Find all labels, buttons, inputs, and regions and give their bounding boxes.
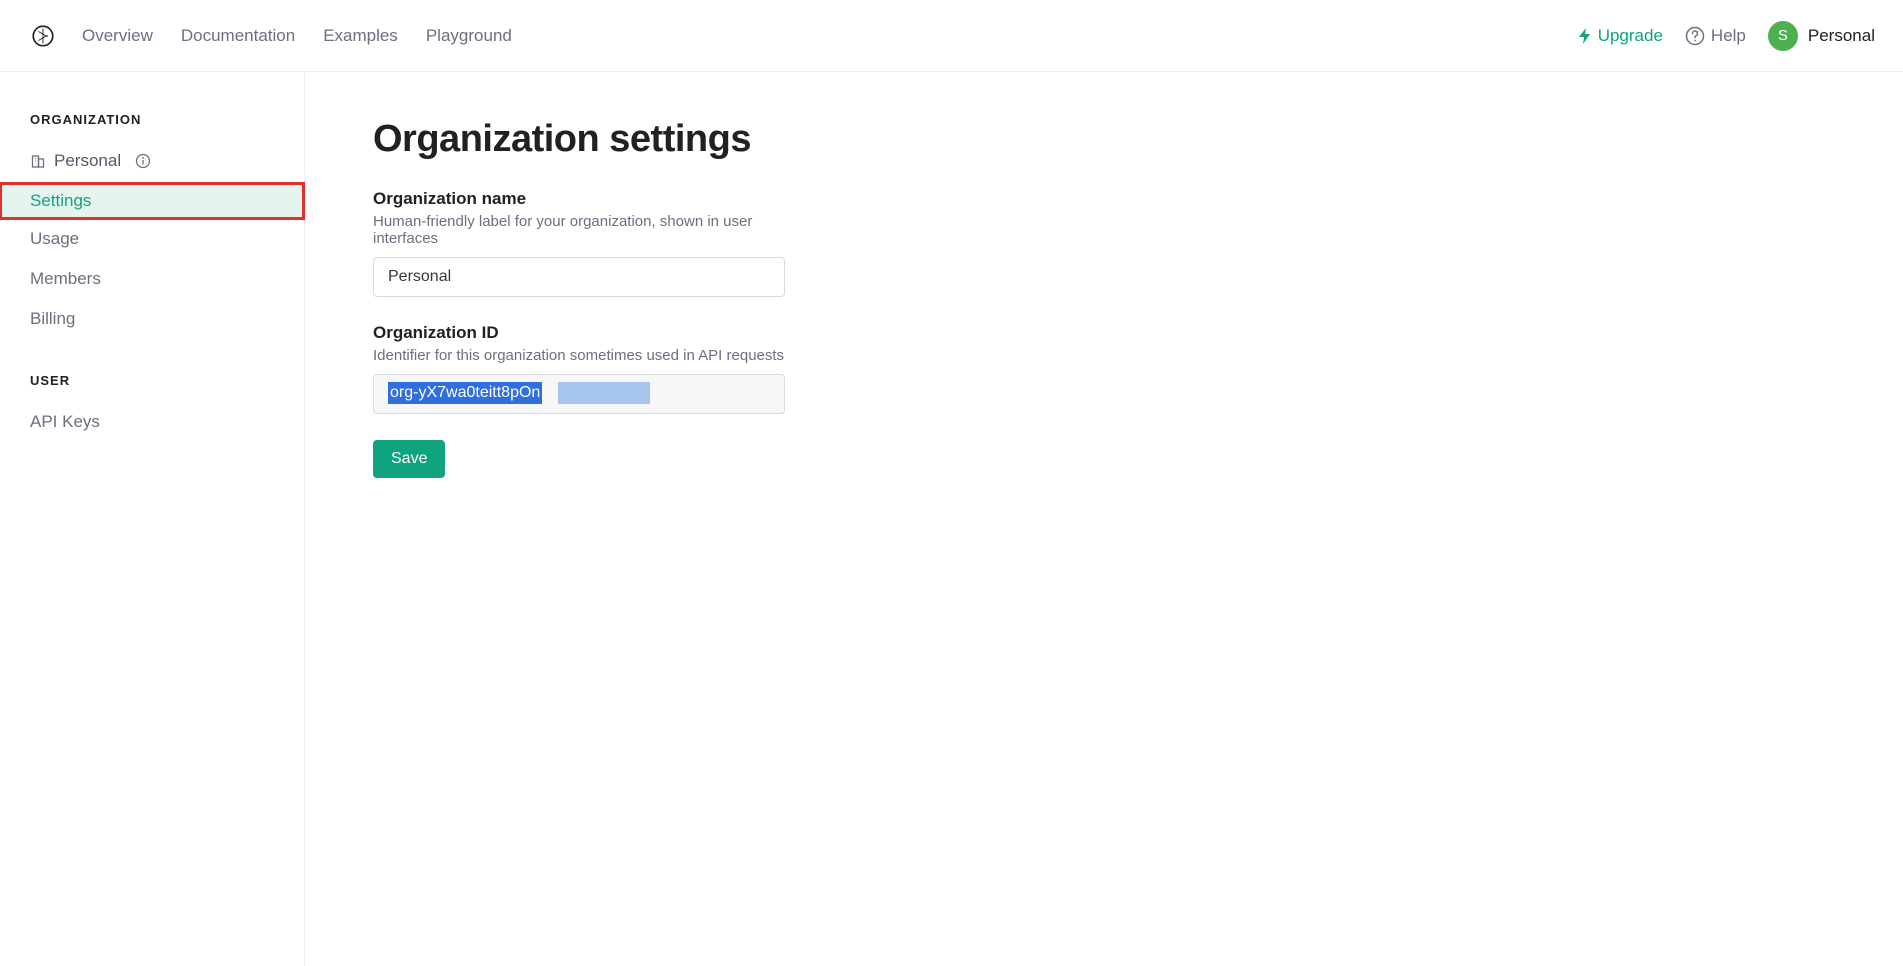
org-name-label: Organization name [373,189,793,209]
main-content: Organization settings Organization name … [305,72,1903,966]
org-name-desc: Human-friendly label for your organizati… [373,213,793,247]
sidebar: ORGANIZATION Personal Settings Usage Mem… [0,72,305,966]
account-menu[interactable]: S Personal [1768,21,1875,51]
sidebar-item-members[interactable]: Members [0,261,304,297]
top-nav: Overview Documentation Examples Playgrou… [82,26,512,46]
sidebar-item-label: Members [30,269,101,289]
sidebar-org-selector[interactable]: Personal [0,143,304,179]
top-nav-right: Upgrade Help S Personal [1578,21,1875,51]
upgrade-label: Upgrade [1598,26,1663,46]
nav-documentation[interactable]: Documentation [181,26,295,46]
sidebar-item-label: API Keys [30,412,100,432]
nav-examples[interactable]: Examples [323,26,398,46]
avatar: S [1768,21,1798,51]
sidebar-item-usage[interactable]: Usage [0,221,304,257]
sidebar-section-user: USER [0,373,304,404]
bolt-icon [1578,28,1592,44]
help-link[interactable]: Help [1685,26,1746,46]
sidebar-section-organization: ORGANIZATION [0,112,304,143]
upgrade-link[interactable]: Upgrade [1578,26,1663,46]
top-bar: Overview Documentation Examples Playgrou… [0,0,1903,72]
sidebar-item-label: Billing [30,309,75,329]
org-name-input[interactable] [373,257,785,297]
nav-playground[interactable]: Playground [426,26,512,46]
sidebar-org-name: Personal [54,151,121,171]
account-label: Personal [1808,26,1875,46]
org-id-label: Organization ID [373,323,793,343]
save-button[interactable]: Save [373,440,445,478]
page-title: Organization settings [373,118,1903,161]
sidebar-item-api-keys[interactable]: API Keys [0,404,304,440]
sidebar-item-label: Usage [30,229,79,249]
sidebar-item-label: Settings [30,191,91,211]
help-icon [1685,26,1705,46]
nav-overview[interactable]: Overview [82,26,153,46]
sidebar-item-settings[interactable]: Settings [0,183,304,219]
selection-tail [558,382,650,404]
org-id-selected-text: org-yX7wa0teitt8pOn [388,382,542,404]
info-icon [135,153,151,169]
org-id-field: Organization ID Identifier for this orga… [373,323,793,414]
sidebar-item-billing[interactable]: Billing [0,301,304,337]
help-label: Help [1711,26,1746,46]
openai-logo[interactable] [28,21,58,51]
org-name-field: Organization name Human-friendly label f… [373,189,793,297]
building-icon [30,153,46,169]
org-id-desc: Identifier for this organization sometim… [373,347,793,364]
